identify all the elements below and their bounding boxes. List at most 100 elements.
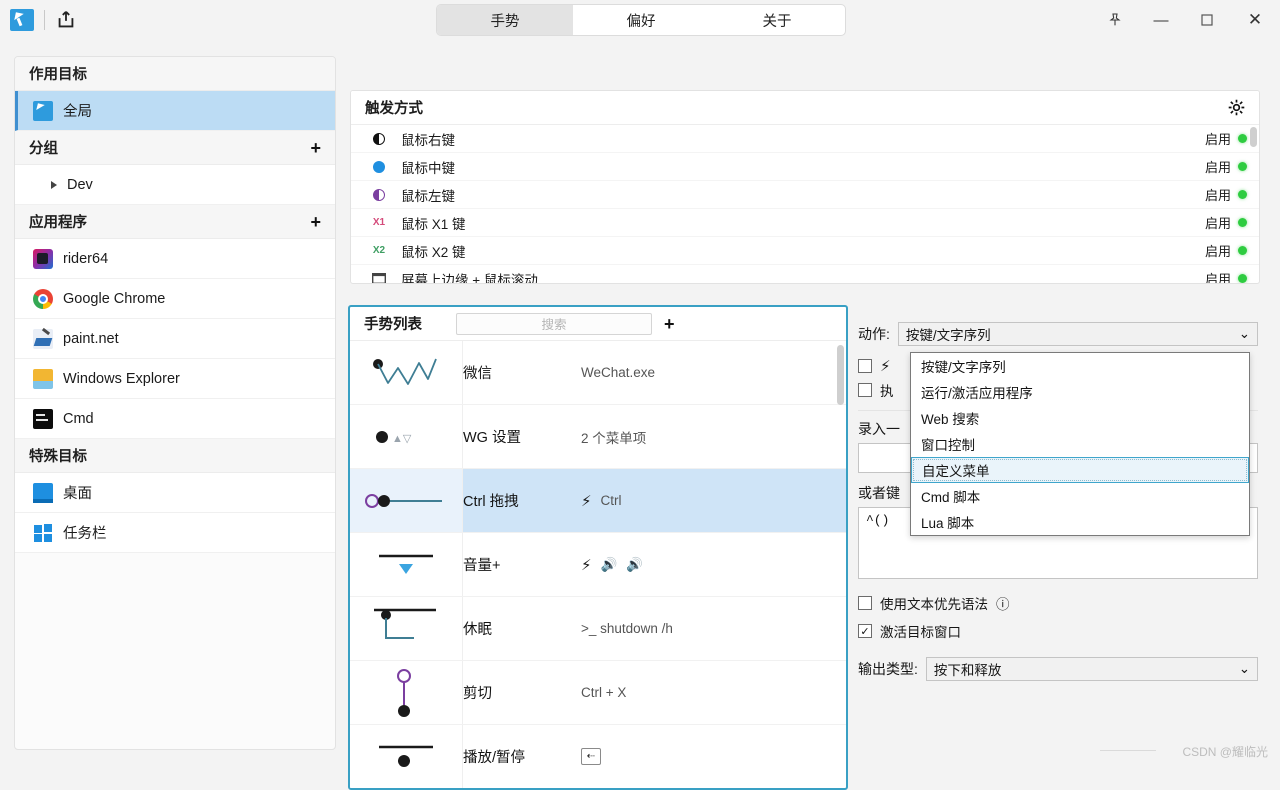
gear-icon[interactable]: [1228, 99, 1245, 116]
status-dot-icon: [1238, 134, 1247, 143]
keycap-icon: ⇠: [581, 748, 601, 765]
sidebar-item-windows-explorer[interactable]: Windows Explorer: [15, 359, 335, 399]
gesture-row-play-pause[interactable]: 播放/暂停 ⇠: [350, 725, 846, 789]
text-first-syntax-row[interactable]: 使用文本优先语法 ⓘ: [858, 591, 1258, 615]
pin-button[interactable]: [1092, 0, 1138, 40]
sidebar-item-label: paint.net: [63, 331, 119, 347]
gesture-scrollbar[interactable]: [837, 345, 844, 405]
trigger-row-label: 鼠标左键: [401, 185, 1191, 205]
dropdown-option-web-search[interactable]: Web 搜索: [911, 405, 1249, 431]
dots-gesture-icon: ▲▽: [350, 405, 463, 468]
main-stage: 作用目标 全局 分组 + Dev 应用程序 + rider64 Google C…: [0, 40, 1280, 766]
action-row: 动作: 按键/文字序列 ⌄: [858, 322, 1258, 346]
action-dropdown-menu[interactable]: 按键/文字序列 运行/激活应用程序 Web 搜索 窗口控制 自定义菜单 Cmd …: [910, 352, 1250, 536]
sidebar-item-google-chrome[interactable]: Google Chrome: [15, 279, 335, 319]
dropdown-option-custom-menu[interactable]: 自定义菜单: [911, 457, 1249, 483]
sidebar-item-label: 全局: [63, 100, 92, 121]
text-first-syntax-checkbox[interactable]: [858, 596, 872, 610]
app-cursor-icon: [10, 9, 34, 31]
chrome-icon: [33, 289, 53, 309]
close-button[interactable]: ✕: [1230, 0, 1280, 40]
dropdown-option-lua-script[interactable]: Lua 脚本: [911, 509, 1249, 535]
sidebar-item-global[interactable]: 全局: [15, 91, 335, 131]
window-controls[interactable]: — ✕: [1092, 0, 1280, 40]
gesture-row-ctrl-drag[interactable]: Ctrl 拖拽 ⚡ Ctrl: [350, 469, 846, 533]
dropdown-option-key-text-sequence[interactable]: 按键/文字序列: [911, 353, 1249, 379]
trigger-row-mouse-right[interactable]: 鼠标右键 启用: [351, 125, 1259, 153]
output-type-select[interactable]: 按下和释放 ⌄: [926, 657, 1258, 681]
trigger-row-label: 鼠标中键: [401, 157, 1191, 177]
gesture-value-text: >_ shutdown /h: [581, 621, 673, 636]
dropdown-option-window-control[interactable]: 窗口控制: [911, 431, 1249, 457]
tab-preferences[interactable]: 偏好: [573, 5, 709, 35]
trigger-panel-title: 触发方式: [365, 97, 423, 118]
add-gesture-button[interactable]: +: [664, 315, 675, 333]
add-group-button[interactable]: +: [310, 139, 321, 157]
tab-gestures[interactable]: 手势: [437, 5, 573, 35]
output-type-label: 输出类型:: [858, 659, 918, 679]
gesture-name: 音量+: [463, 533, 581, 596]
sidebar-item-desktop[interactable]: 桌面: [15, 473, 335, 513]
gesture-rows: 微信 WeChat.exe ▲▽ WG 设置 2 个菜单项: [350, 341, 846, 790]
maximize-button[interactable]: [1184, 0, 1230, 40]
gesture-value: Ctrl + X: [581, 661, 846, 724]
trigger-row-mouse-x1[interactable]: X1 鼠标 X1 键 启用: [351, 209, 1259, 237]
trigger-row-mouse-x2[interactable]: X2 鼠标 X2 键 启用: [351, 237, 1259, 265]
gesture-row-wg-settings[interactable]: ▲▽ WG 设置 2 个菜单项: [350, 405, 846, 469]
activate-window-row[interactable]: ✓ 激活目标窗口: [858, 619, 1258, 643]
gesture-value: WeChat.exe: [581, 341, 846, 404]
rider-icon: [33, 249, 53, 269]
chevron-right-icon[interactable]: [51, 181, 57, 189]
speaker-icon: 🔊: [626, 557, 643, 573]
dropdown-option-run-app[interactable]: 运行/激活应用程序: [911, 379, 1249, 405]
status-text: 启用: [1205, 129, 1231, 148]
svg-text:▲▽: ▲▽: [392, 433, 412, 445]
chevron-down-icon: ⌄: [1239, 326, 1250, 342]
dot-gesture-icon: [350, 725, 463, 788]
sidebar-item-cmd[interactable]: Cmd: [15, 399, 335, 439]
sidebar-item-paintnet[interactable]: paint.net: [15, 319, 335, 359]
gesture-row-cut[interactable]: 剪切 Ctrl + X: [350, 661, 846, 725]
export-icon[interactable]: [55, 9, 77, 31]
trigger-scrollbar[interactable]: [1250, 127, 1257, 147]
minimize-button[interactable]: —: [1138, 0, 1184, 40]
sidebar-section-special-header: 特殊目标: [15, 439, 335, 473]
sidebar-item-label: rider64: [63, 251, 108, 267]
trigger-row-mouse-middle[interactable]: 鼠标中键 启用: [351, 153, 1259, 181]
gesture-list-title: 手势列表: [364, 313, 422, 334]
trigger-row-label: 鼠标 X1 键: [401, 213, 1191, 233]
gesture-row-volume-up[interactable]: 音量+ ⚡ 🔊 🔊: [350, 533, 846, 597]
action-option-2-label: 执: [880, 380, 894, 400]
gesture-name: 剪切: [463, 661, 581, 724]
status-dot-icon: [1238, 274, 1247, 283]
gesture-row-hibernate[interactable]: 休眠 >_ shutdown /h: [350, 597, 846, 661]
sidebar-item-dev[interactable]: Dev: [15, 165, 335, 205]
sidebar-item-taskbar[interactable]: 任务栏: [15, 513, 335, 553]
action-option-1-checkbox[interactable]: [858, 359, 872, 373]
trigger-row-screen-edge[interactable]: 屏幕上边缘 + 鼠标滚动 启用: [351, 265, 1259, 284]
action-select[interactable]: 按键/文字序列 ⌄: [898, 322, 1258, 346]
action-option-2-checkbox[interactable]: [858, 383, 872, 397]
status-dot-icon: [1238, 218, 1247, 227]
tab-about[interactable]: 关于: [709, 5, 845, 35]
watermark: CSDN @耀临光: [1182, 743, 1268, 760]
sidebar-item-rider64[interactable]: rider64: [15, 239, 335, 279]
gesture-value: >_ shutdown /h: [581, 597, 846, 660]
l-shape-gesture-icon: [350, 597, 463, 660]
watermark-line: [1100, 750, 1156, 751]
status-text: 启用: [1205, 269, 1231, 284]
gesture-name: 播放/暂停: [463, 725, 581, 788]
gesture-row-wechat[interactable]: 微信 WeChat.exe: [350, 341, 846, 405]
status-text: 启用: [1205, 213, 1231, 232]
sidebar-section-label: 特殊目标: [29, 445, 87, 466]
mouse-right-icon: [371, 131, 387, 147]
down-arrow-gesture-icon: [350, 533, 463, 596]
dropdown-option-cmd-script[interactable]: Cmd 脚本: [911, 483, 1249, 509]
trigger-row-mouse-left[interactable]: 鼠标左键 启用: [351, 181, 1259, 209]
info-icon[interactable]: ⓘ: [996, 593, 1010, 613]
gesture-name: 休眠: [463, 597, 581, 660]
gesture-search-input[interactable]: 搜索: [456, 313, 652, 335]
tab-bar[interactable]: 手势 偏好 关于: [436, 4, 846, 36]
activate-window-checkbox[interactable]: ✓: [858, 624, 872, 638]
add-app-button[interactable]: +: [310, 213, 321, 231]
